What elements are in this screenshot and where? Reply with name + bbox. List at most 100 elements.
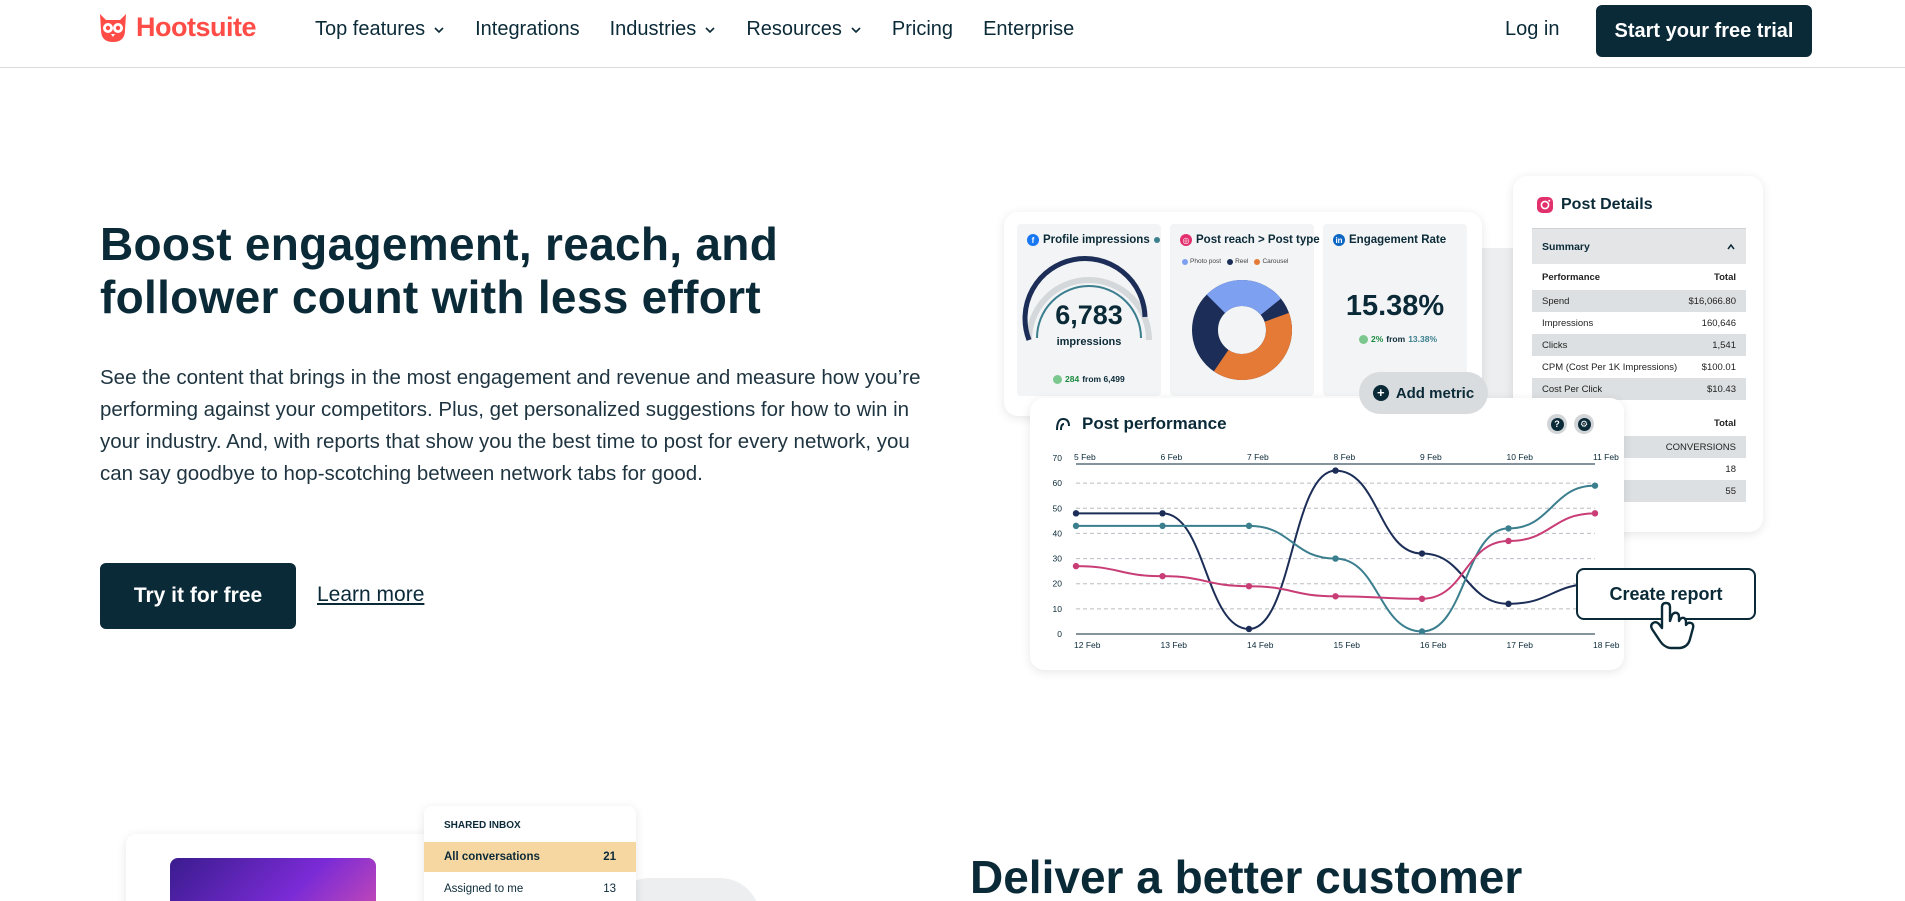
hero-title: Boost engagement, reach, and follower co… <box>100 218 779 323</box>
x-tick-label: 15 Feb <box>1334 640 1361 650</box>
chevron-down-icon <box>851 26 861 33</box>
data-point <box>1505 600 1512 608</box>
table-row: Cost Per Click $10.43 <box>1532 378 1746 400</box>
hand-cursor-icon <box>1650 601 1695 650</box>
post-performance-title: Post performance <box>1082 414 1227 433</box>
data-point <box>1245 625 1253 633</box>
row-label: Spend <box>1542 295 1570 307</box>
post-details-title: Post Details <box>1561 196 1653 213</box>
owl-logo-icon <box>100 14 126 42</box>
trend-from: 13.38% <box>1408 334 1438 344</box>
settings-button[interactable]: ⚙ <box>1574 414 1594 434</box>
reach-donut-chart <box>1192 280 1292 380</box>
trend-up-icon <box>1053 374 1062 384</box>
table-row: CPM (Cost Per 1K Impressions) $100.01 <box>1532 356 1746 378</box>
impressions-unit: impressions <box>1056 336 1122 348</box>
data-point <box>1591 510 1599 517</box>
engagement-value: 15.38% <box>1345 290 1445 322</box>
post-details-heading: Post Details <box>1536 196 1653 214</box>
add-metric-label: Add metric <box>1395 384 1475 402</box>
x-tick-label: 14 Feb <box>1247 640 1274 650</box>
post-performance-chart: 0 10 20 30 40 50 60 70 12 Feb 5 Feb 13 Feb 6 Feb 14 … <box>1053 452 1620 650</box>
engagement-trend: 2% from 13.38% <box>1359 334 1437 344</box>
row-label: Cost Per Click <box>1542 383 1603 395</box>
trend-text: from 6,499 <box>1082 374 1125 384</box>
plus-icon: + <box>1372 385 1389 401</box>
row-value: 160,646 <box>1701 317 1736 329</box>
row-value: CONVERSIONS <box>1665 441 1736 453</box>
nav-pricing[interactable]: Pricing <box>892 18 953 41</box>
row-label: Clicks <box>1542 339 1568 351</box>
nav-industries[interactable]: Industries <box>610 18 717 41</box>
tile-title-text: Engagement Rate <box>1349 234 1447 246</box>
legend-item: Photo post <box>1182 258 1221 265</box>
tile-title: f Profile impressions <box>1027 234 1160 246</box>
add-metric-button[interactable]: + Add metric <box>1359 372 1488 414</box>
instagram-icon <box>1537 197 1553 213</box>
data-point <box>1332 467 1339 474</box>
help-icon: ? <box>1550 417 1564 431</box>
top-tick-label: 6 Feb <box>1161 452 1183 462</box>
data-point <box>1505 525 1512 532</box>
legend-item: Carousel <box>1254 258 1288 265</box>
series-line-0 <box>1076 469 1596 630</box>
y-tick-label: 40 <box>1053 528 1063 538</box>
nav-item-label: Industries <box>609 18 697 40</box>
chevron-down-icon <box>434 26 444 33</box>
learn-more-link[interactable]: Learn more <box>317 583 424 607</box>
engagement-rate-tile: in Engagement Rate 15.38% 2% from 13.38% <box>1323 224 1467 396</box>
data-point <box>1332 593 1339 600</box>
data-point <box>1159 522 1166 530</box>
inbox-row-label: All conversations <box>444 851 540 863</box>
instagram-icon: ◎ <box>1180 234 1192 246</box>
y-tick-label: 30 <box>1053 554 1063 564</box>
hootsuite-logo[interactable]: Hootsuite <box>96 10 257 44</box>
data-point <box>1072 510 1080 517</box>
data-point <box>1505 537 1512 545</box>
total-header: Total <box>1714 417 1736 429</box>
tile-title: in Engagement Rate <box>1333 234 1446 246</box>
summary-accordion[interactable]: Summary <box>1532 228 1746 264</box>
facebook-icon: f <box>1027 234 1039 246</box>
row-label: CPM (Cost Per 1K Impressions) <box>1542 361 1678 373</box>
gradient-image <box>170 858 376 901</box>
shared-inbox-card: SHARED INBOX All conversations 21 Assign… <box>424 806 636 901</box>
trend-up-icon <box>1359 334 1368 344</box>
post-reach-tile: ◎ Post reach > Post type Photo post Reel… <box>1170 224 1320 396</box>
inbox-row-label: Assigned to me <box>444 883 524 895</box>
row-value: 1,541 <box>1712 339 1736 351</box>
inbox-row-count: 21 <box>603 851 616 863</box>
top-tick-label: 8 Feb <box>1334 452 1356 462</box>
gear-icon: ⚙ <box>1577 417 1591 431</box>
inbox-row-assigned[interactable]: Assigned to me 13 <box>424 874 636 901</box>
x-tick-label: 12 Feb <box>1074 640 1101 650</box>
trend-value: 2% <box>1371 334 1384 344</box>
try-free-button[interactable]: Try it for free <box>100 563 296 629</box>
logo-wordmark: Hootsuite <box>136 11 257 42</box>
inbox-row-all[interactable]: All conversations 21 <box>424 842 636 872</box>
top-tick-label: 9 Feb <box>1420 452 1442 462</box>
nav-top-features[interactable]: Top features <box>315 18 445 41</box>
nav-enterprise[interactable]: Enterprise <box>983 18 1074 41</box>
nav-item-label: Integrations <box>475 18 580 40</box>
table-row: Spend $16,066.80 <box>1532 290 1746 312</box>
start-free-trial-button[interactable]: Start your free trial <box>1596 5 1812 57</box>
nav-item-label: Enterprise <box>983 18 1075 40</box>
top-tick-label: 10 Feb <box>1507 452 1534 462</box>
data-point <box>1418 550 1426 557</box>
legend-item: Reel <box>1227 258 1248 265</box>
chevron-up-icon <box>1727 243 1735 249</box>
data-point <box>1591 482 1599 489</box>
nav-resources[interactable]: Resources <box>746 18 862 41</box>
x-tick-label: 16 Feb <box>1420 640 1447 650</box>
x-tick-label: 18 Feb <box>1593 640 1620 650</box>
row-value: 55 <box>1725 485 1736 497</box>
help-button[interactable]: ? <box>1547 414 1567 434</box>
data-point <box>1245 522 1253 530</box>
nav-integrations[interactable]: Integrations <box>475 18 580 41</box>
login-link[interactable]: Log in <box>1505 18 1560 41</box>
hero-description: See the content that brings in the most … <box>100 366 921 485</box>
data-point <box>1245 583 1253 590</box>
table-row: Impressions 160,646 <box>1532 312 1746 334</box>
row-value: $16,066.80 <box>1688 295 1736 307</box>
